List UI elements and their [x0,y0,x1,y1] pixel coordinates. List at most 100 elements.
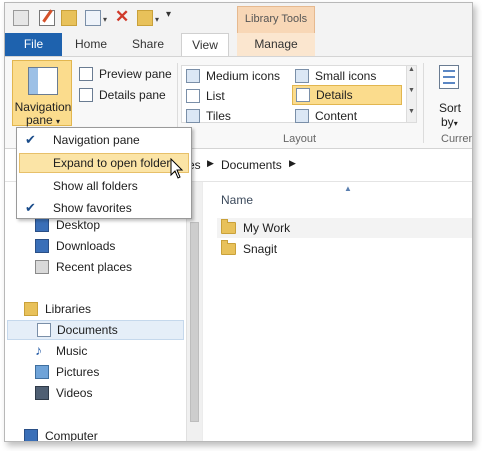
sort-label: Sort [439,101,462,115]
layout-medium-icons[interactable]: Medium icons [186,67,290,85]
content-label: Content [315,109,358,123]
view-dropdown-icon[interactable]: ▾ [103,15,107,24]
tab-view[interactable]: View [181,33,229,56]
pictures-icon [35,365,49,379]
nav-item-documents[interactable]: Documents [7,320,184,340]
move-to-icon[interactable] [137,10,153,26]
nav-label: Pictures [56,365,100,379]
small-icons-icon [295,69,309,83]
expand-gallery-icon[interactable]: ▼ [408,108,415,115]
tiles-icon [186,109,200,123]
menu-item-label: Expand to open folder [53,156,171,170]
explorer-window: ▾ ✕ ▾ ▾ Library Tools File Home Share Vi… [4,2,473,442]
layout-tiles[interactable]: Tiles [186,107,290,125]
nav-item-pictures[interactable]: Pictures [5,362,186,382]
navigation-pane-scrollbar[interactable] [186,182,202,441]
documents-icon [37,323,51,337]
navigation-pane-menu: ✔ Navigation pane Expand to open folder … [16,127,192,219]
ribbon-separator [423,63,424,143]
menu-item-label: Show favorites [53,201,132,215]
navigation-pane: Desktop Downloads Recent places Librarie… [5,182,186,441]
check-icon: ✔ [25,132,36,147]
ribbon-tab-row: File Home Share View Manage [5,33,472,56]
navigation-pane-icon [28,67,58,95]
move-dropdown-icon[interactable]: ▾ [155,15,159,24]
nav-label: Documents [57,323,118,337]
list-label: List [206,89,225,103]
downloads-icon [35,239,49,253]
menu-item-label: Navigation pane [53,133,140,147]
view-icon[interactable] [85,10,101,26]
nav-label: Libraries [45,302,92,316]
preview-pane-button[interactable]: Preview pane [79,65,172,83]
preview-pane-icon [79,67,93,81]
nav-label: Recent places [56,260,133,274]
menu-item-label: Show all folders [53,179,138,193]
medium-icons-icon [186,69,200,83]
details-icon [296,88,310,102]
layout-content[interactable]: Content [295,107,401,125]
nav-label: Videos [56,386,93,400]
preview-pane-label: Preview pane [99,67,172,81]
file-name: Snagit [243,242,278,256]
tab-share[interactable]: Share [123,33,173,56]
details-pane-button[interactable]: Details pane [79,86,171,104]
menu-item-navigation-pane[interactable]: ✔ Navigation pane [19,130,189,150]
layout-gallery-scroll[interactable]: ▲ ▼ ▼ [406,66,416,122]
file-row[interactable]: Snagit [217,239,472,259]
menu-item-show-favorites[interactable]: ✔ Show favorites [19,198,189,218]
chevron-right-icon[interactable]: ▶ [289,158,296,169]
customize-toolbar-icon[interactable]: ▾ [166,9,171,20]
sort-icon [439,65,459,89]
folder-icon [221,240,236,255]
library-tools-context-tab: Library Tools [237,6,315,33]
details-label: Details [316,88,353,102]
navigation-pane-label: Navigation [14,100,72,114]
current-view-group-label: Curren [441,133,473,145]
details-pane-icon [79,88,93,102]
nav-label: Downloads [56,239,116,253]
chevron-up-icon[interactable]: ▲ [408,66,415,73]
sort-ascending-icon: ▲ [344,184,352,193]
chevron-right-icon[interactable]: ▶ [207,158,214,169]
nav-item-videos[interactable]: Videos [5,383,186,403]
layout-list[interactable]: List [186,87,290,105]
small-icons-label: Small icons [315,69,377,83]
scrollbar-thumb[interactable] [190,222,199,422]
layout-details[interactable]: Details [292,85,402,105]
menu-item-show-all-folders[interactable]: Show all folders [19,176,189,196]
delete-icon[interactable]: ✕ [115,7,129,27]
libraries-icon [24,302,38,316]
nav-item-music[interactable]: ♪ Music [5,341,186,361]
sort-by-button[interactable]: Sort by▾ [431,61,469,129]
edit-icon[interactable] [39,9,55,26]
tab-file[interactable]: File [5,33,62,56]
music-icon: ♪ [35,342,42,358]
folder-icon [221,219,236,234]
nav-item-recent-places[interactable]: Recent places [5,257,186,277]
breadcrumb-documents[interactable]: Documents [221,158,282,172]
column-header-name[interactable]: Name [221,193,253,207]
computer-icon [24,429,38,441]
tiles-label: Tiles [206,109,231,123]
properties-icon[interactable] [13,10,29,26]
chevron-down-icon: ▾ [56,117,61,126]
tab-manage[interactable]: Manage [237,33,315,56]
layout-small-icons[interactable]: Small icons [295,67,401,85]
nav-label: Music [56,344,88,358]
nav-label: Computer [45,429,98,442]
details-pane-label: Details pane [99,88,166,102]
recent-places-icon [35,260,49,274]
chevron-down-icon[interactable]: ▼ [408,87,415,94]
new-folder-icon[interactable] [61,10,77,26]
file-list: ▲ Name My Work Snagit [202,182,472,441]
nav-item-downloads[interactable]: Downloads [5,236,186,256]
navigation-pane-button[interactable]: Navigation pane ▾ [12,60,72,127]
chevron-down-icon: ▾ [453,119,458,128]
nav-item-libraries[interactable]: Libraries [5,299,186,319]
layout-group-label: Layout [283,133,317,145]
nav-item-computer[interactable]: Computer [5,426,186,442]
tab-home[interactable]: Home [67,33,115,56]
file-row[interactable]: My Work [217,218,472,238]
menu-item-expand-to-open-folder[interactable]: Expand to open folder [19,153,189,173]
